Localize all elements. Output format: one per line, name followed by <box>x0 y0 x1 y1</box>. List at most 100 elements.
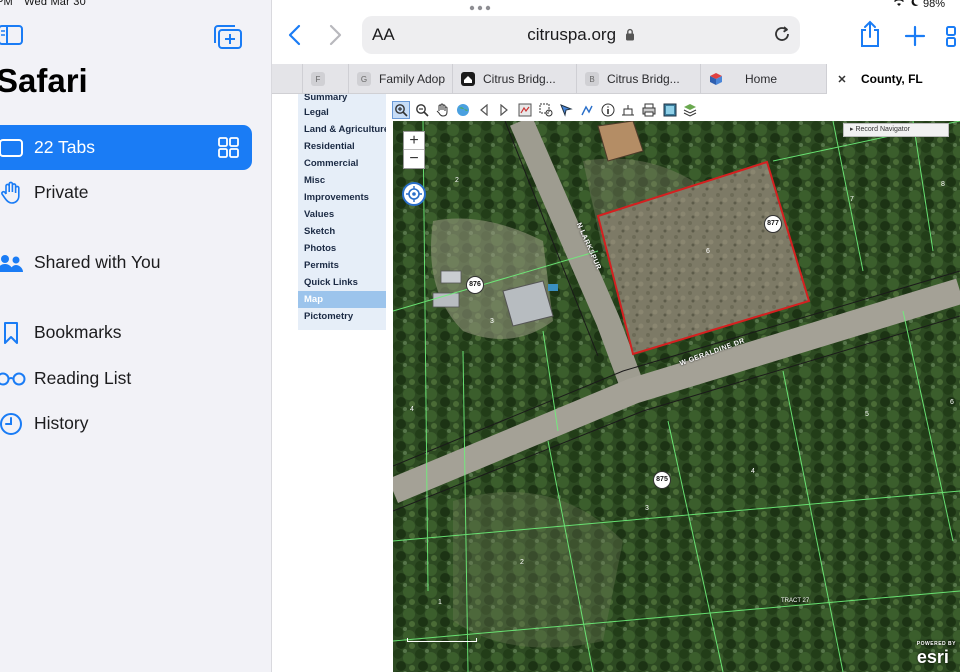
tab-item[interactable]: F <box>302 64 348 94</box>
measure-icon[interactable] <box>578 101 596 119</box>
lot-number: 1 <box>438 599 442 606</box>
sidebar: PM Wed Mar 30 Safari 22 Tabs Private Sha… <box>0 0 272 672</box>
browser-toolbar: AA citruspa.org <box>272 0 960 64</box>
nav-item-map[interactable]: Map <box>298 291 386 308</box>
locate-me-icon[interactable] <box>402 182 426 206</box>
reload-button[interactable] <box>772 24 792 49</box>
lot-number: 8 <box>941 181 945 188</box>
print-icon[interactable] <box>640 101 658 119</box>
sidebar-item-label: History <box>34 413 89 433</box>
esri-logo: POWERED BY esri <box>917 641 956 668</box>
favicon-icon: F <box>311 72 325 86</box>
nav-item-improvements[interactable]: Improvements <box>298 189 386 206</box>
favicon-icon: G <box>357 72 371 86</box>
aerial-imagery <box>393 121 960 672</box>
status-date: Wed Mar 30 <box>24 0 86 8</box>
nav-item-land-agriculture[interactable]: Land & Agriculture <box>298 121 386 138</box>
export-map-icon[interactable] <box>661 101 679 119</box>
nav-item-quick-links[interactable]: Quick Links <box>298 274 386 291</box>
record-navigator-label: Record Navigator <box>855 126 910 133</box>
web-page: Summary Legal Land & Agriculture Residentia… <box>272 94 960 672</box>
identify-info-icon[interactable] <box>599 101 617 119</box>
sidebar-toggle-icon[interactable] <box>0 24 24 51</box>
nav-item-residential[interactable]: Residential <box>298 138 386 155</box>
sidebar-item-reading-list[interactable]: Reading List <box>0 356 252 401</box>
tab-item[interactable]: Home <box>700 64 826 94</box>
clock-icon <box>0 412 26 436</box>
zoom-in-button[interactable]: + <box>404 132 424 150</box>
forward-button[interactable] <box>328 24 342 51</box>
bookmark-icon <box>0 321 26 345</box>
nav-item-photos[interactable]: Photos <box>298 240 386 257</box>
tab-label: County, FL <box>861 72 923 86</box>
sidebar-item-tabs[interactable]: 22 Tabs <box>0 125 252 170</box>
esri-brand: esri <box>916 647 949 667</box>
url-text: citruspa.org <box>527 25 617 44</box>
glasses-icon <box>0 371 26 387</box>
status-bar-right: 98% <box>892 0 945 10</box>
next-extent-icon[interactable] <box>495 101 513 119</box>
nav-item-pictometry[interactable]: Pictometry <box>298 308 386 325</box>
nav-item-sketch[interactable]: Sketch <box>298 223 386 240</box>
zoom-out-tool-icon[interactable] <box>413 101 431 119</box>
record-navigator-button[interactable]: ▸ Record Navigator <box>843 123 949 137</box>
tract-label: TRACT 27 <box>781 598 810 604</box>
lot-number: 4 <box>751 468 755 475</box>
tab-item[interactable]: G Family Adop <box>348 64 452 94</box>
zoom-out-button[interactable]: − <box>404 150 424 168</box>
nav-item-legal[interactable]: Legal <box>298 104 386 121</box>
tab-bar: F G Family Adop Citrus Bridg... B Citrus… <box>272 64 960 94</box>
sidebar-item-label: 22 Tabs <box>34 137 95 157</box>
tab-item-active[interactable]: ✕ County, FL <box>826 64 960 94</box>
address-marker[interactable]: 876 <box>466 276 484 294</box>
close-tab-icon[interactable]: ✕ <box>835 72 849 86</box>
previous-extent-icon[interactable] <box>475 101 493 119</box>
nav-item-values[interactable]: Values <box>298 206 386 223</box>
new-tab-button[interactable] <box>904 25 926 52</box>
address-marker[interactable]: 875 <box>653 471 671 489</box>
tab-label: Family Adop <box>379 72 446 86</box>
nav-item-summary[interactable]: Summary <box>298 94 386 104</box>
property-nav: Summary Legal Land & Agriculture Residentia… <box>298 94 386 330</box>
tab-overview-icon[interactable] <box>945 25 960 52</box>
tab-item[interactable]: Citrus Bridg... <box>452 64 576 94</box>
wifi-icon <box>892 0 906 10</box>
tab-overview-grid-icon[interactable] <box>218 137 240 164</box>
map-layers-icon[interactable] <box>516 101 534 119</box>
sidebar-item-label: Reading List <box>34 368 132 388</box>
share-button[interactable] <box>859 20 881 53</box>
select-point-icon[interactable] <box>557 101 575 119</box>
nav-item-permits[interactable]: Permits <box>298 257 386 274</box>
favicon-icon: B <box>585 72 599 86</box>
legend-layers-icon[interactable] <box>681 101 699 119</box>
shared-people-icon <box>0 252 26 274</box>
map-toolbar <box>392 100 702 120</box>
url-display[interactable]: citruspa.org <box>362 25 800 46</box>
nav-item-misc[interactable]: Misc <box>298 172 386 189</box>
sidebar-item-shared-with-you[interactable]: Shared with You <box>0 240 252 285</box>
aerial-map[interactable]: N LARKSPUR W GERALDINE DR 876 877 875 2 … <box>393 121 960 672</box>
tab-item[interactable]: B Citrus Bridg... <box>576 64 700 94</box>
lot-number: 3 <box>490 318 494 325</box>
lot-number: 2 <box>455 177 459 184</box>
buffer-tool-icon[interactable] <box>619 101 637 119</box>
scale-bar <box>407 638 477 642</box>
sidebar-item-history[interactable]: History <box>0 401 252 446</box>
status-bar-left: PM Wed Mar 30 <box>0 0 94 8</box>
back-button[interactable] <box>288 24 302 51</box>
zoom-control: + − <box>403 131 425 169</box>
address-marker[interactable]: 877 <box>764 215 782 233</box>
zoom-in-tool-icon[interactable] <box>392 101 410 119</box>
tab-label: Citrus Bridg... <box>607 72 680 86</box>
sidebar-item-bookmarks[interactable]: Bookmarks <box>0 310 252 355</box>
full-extent-globe-icon[interactable] <box>454 101 472 119</box>
select-area-icon[interactable] <box>537 101 555 119</box>
nav-item-commercial[interactable]: Commercial <box>298 155 386 172</box>
address-bar[interactable]: AA citruspa.org <box>362 16 800 54</box>
moon-icon <box>910 0 919 10</box>
pan-hand-icon[interactable] <box>433 101 451 119</box>
sidebar-item-private[interactable]: Private <box>0 170 252 215</box>
new-tab-group-icon[interactable] <box>213 24 243 55</box>
multitasking-dots-icon[interactable] <box>468 0 492 18</box>
battery-percent: 98% <box>923 0 946 10</box>
